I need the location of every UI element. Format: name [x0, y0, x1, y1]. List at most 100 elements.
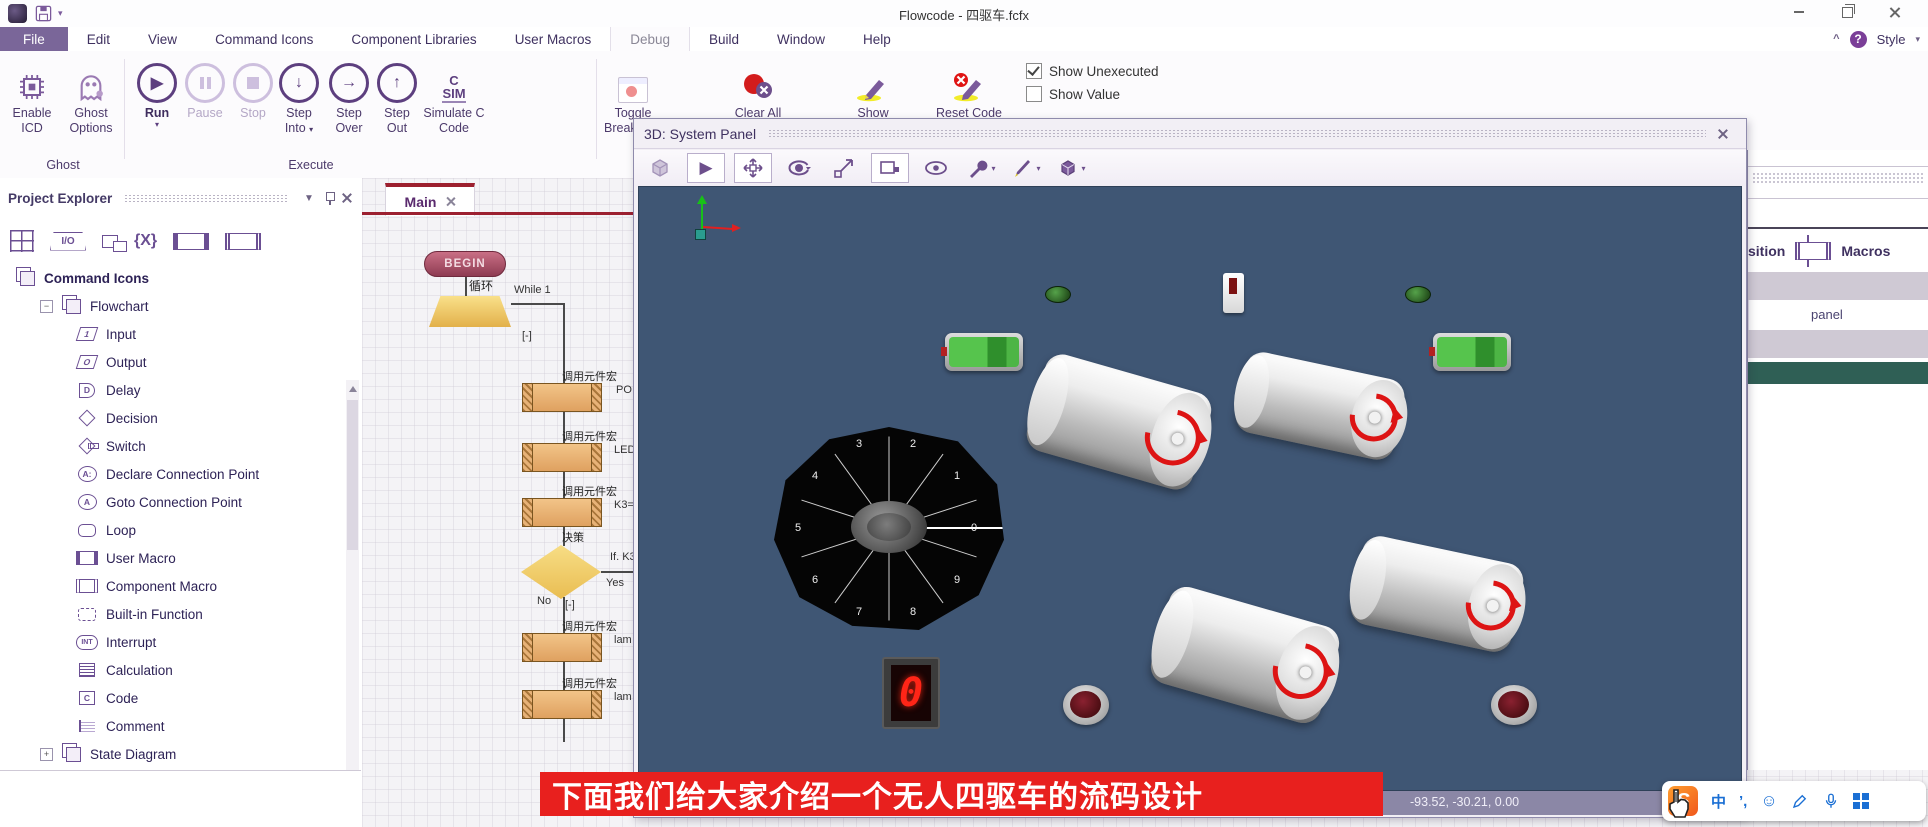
3d-panel-close-icon[interactable] [1718, 129, 1728, 139]
expressions-icon[interactable]: {X} [134, 232, 157, 250]
ime-punctuation-icon[interactable]: ’, [1739, 793, 1747, 810]
tree-root-command-icons[interactable]: Command Icons [0, 264, 344, 292]
icon-grid-icon[interactable] [10, 230, 34, 252]
3d-configure-tool[interactable]: ▾ [963, 154, 999, 182]
3d-resize-tool[interactable] [826, 154, 862, 182]
green-led[interactable] [1045, 286, 1071, 303]
flow-begin-shape[interactable]: BEGIN [424, 251, 506, 277]
panels-icon[interactable] [102, 235, 118, 248]
3d-box-select-tool[interactable] [871, 153, 909, 183]
tree-item-goto-connection-point[interactable]: A Goto Connection Point [0, 488, 344, 516]
tree-item-declare-connection-point[interactable]: A: Declare Connection Point [0, 460, 344, 488]
tree-item-comment[interactable]: Comment [0, 712, 344, 740]
ghost-options-button[interactable]: Ghost Options [62, 57, 120, 136]
ime-mic-icon[interactable] [1822, 792, 1840, 810]
3d-move-tool[interactable] [734, 153, 772, 183]
menu-debug[interactable]: Debug [610, 27, 690, 51]
dc-motor[interactable] [1147, 583, 1344, 728]
tree-item-input[interactable]: 1 Input [0, 320, 344, 348]
io-icon[interactable]: I/O [50, 232, 86, 251]
menu-window[interactable]: Window [758, 27, 844, 51]
ime-language-icon[interactable]: 中 [1711, 791, 1726, 812]
minimize-button[interactable] [1778, 0, 1820, 24]
scrollbar-thumb[interactable] [347, 400, 358, 550]
dock-row-panel[interactable]: panel [1748, 300, 1928, 330]
show-unexecuted-checkbox[interactable]: Show Unexecuted [1026, 63, 1159, 79]
enable-icd-button[interactable]: Enable ICD [6, 57, 58, 136]
dc-motor[interactable] [1347, 533, 1526, 655]
tree-item-delay[interactable]: D Delay [0, 376, 344, 404]
tree-node-state-diagram[interactable]: + State Diagram [0, 740, 344, 768]
collapse-marker[interactable]: [-] [522, 330, 532, 342]
show-value-checkbox[interactable]: Show Value [1026, 86, 1120, 102]
menu-user-macros[interactable]: User Macros [496, 27, 611, 51]
project-explorer-header[interactable]: Project Explorer ▼ [0, 185, 362, 211]
menu-edit[interactable]: Edit [68, 27, 129, 51]
3d-viewport[interactable]: 0 1 2 3 4 5 6 7 8 9 0 [638, 186, 1742, 791]
ime-keyboard-icon[interactable] [1853, 793, 1869, 809]
round-led[interactable] [1063, 685, 1109, 725]
style-caret-icon[interactable]: ▾ [1915, 34, 1920, 45]
tree-item-output[interactable]: O Output [0, 348, 344, 376]
help-icon[interactable]: ? [1850, 31, 1867, 48]
panel-close-icon[interactable] [342, 193, 352, 203]
flow-component-macro-shape[interactable] [522, 498, 602, 527]
reset-code-button[interactable]: Reset Code [936, 57, 1002, 121]
toggle-switch[interactable] [1223, 273, 1244, 313]
step-over-button[interactable]: → Step Over [327, 57, 371, 136]
restore-button[interactable] [1826, 0, 1868, 24]
flow-component-macro-shape[interactable] [522, 443, 602, 472]
flow-component-macro-shape[interactable] [522, 690, 602, 719]
3d-panel-title-bar[interactable]: 3D: System Panel [634, 119, 1746, 149]
expander-open-icon[interactable]: − [40, 300, 53, 313]
pause-button[interactable]: Pause [179, 57, 231, 121]
3d-paint-tool[interactable]: ▾ [1008, 154, 1044, 182]
tree-item-interrupt[interactable]: INT Interrupt [0, 628, 344, 656]
dock-row-selected[interactable] [1748, 362, 1928, 384]
flow-component-macro-shape[interactable] [522, 633, 602, 662]
user-macro-icon[interactable] [173, 233, 209, 250]
menu-build[interactable]: Build [690, 27, 758, 51]
pin-icon[interactable] [325, 192, 334, 205]
menu-file[interactable]: File [0, 27, 68, 51]
3d-rotate-tool[interactable] [781, 154, 817, 182]
3d-run-tool[interactable]: ▶ [687, 153, 725, 183]
3d-shape-tool[interactable]: ▾ [1053, 154, 1089, 182]
close-button[interactable] [1874, 0, 1916, 24]
panel-menu-caret-icon[interactable]: ▼ [301, 193, 317, 204]
flow-component-macro-shape[interactable] [522, 383, 602, 412]
step-into-button[interactable]: ↓ Step Into ▾ [275, 57, 323, 137]
battery-pack[interactable] [945, 333, 1023, 371]
tree-item-decision[interactable]: Decision [0, 404, 344, 432]
style-dropdown[interactable]: Style [1877, 32, 1906, 47]
collapse-marker[interactable]: [-] [565, 599, 575, 611]
dock-row[interactable] [1748, 330, 1928, 358]
menu-view[interactable]: View [129, 27, 196, 51]
tree-item-user-macro[interactable]: User Macro [0, 544, 344, 572]
tree-item-component-macro[interactable]: Component Macro [0, 572, 344, 600]
ime-emoji-icon[interactable]: ☺ [1760, 791, 1777, 811]
tab-close-icon[interactable] [446, 197, 455, 206]
round-led[interactable] [1491, 685, 1537, 725]
step-out-button[interactable]: ↑ Step Out [375, 57, 419, 136]
expander-closed-icon[interactable]: + [40, 748, 53, 761]
rotary-switch[interactable]: 0 1 2 3 4 5 6 7 8 9 [774, 427, 1004, 632]
dc-motor[interactable] [1232, 349, 1408, 463]
dock-row[interactable] [1748, 272, 1928, 300]
3d-visibility-tool[interactable] [918, 154, 954, 182]
flow-loop-shape[interactable] [429, 296, 511, 327]
seven-segment-display[interactable]: 0 [882, 657, 940, 729]
component-macro-icon[interactable] [225, 233, 261, 250]
tree-item-code[interactable]: C Code [0, 684, 344, 712]
stop-button[interactable]: Stop [227, 57, 279, 121]
tree-item-switch[interactable]: Switch [0, 432, 344, 460]
dock-drag-texture[interactable] [1752, 172, 1924, 184]
scroll-up-icon[interactable] [349, 386, 357, 392]
menu-help[interactable]: Help [844, 27, 910, 51]
tree-item-calculation[interactable]: Calculation [0, 656, 344, 684]
green-led[interactable] [1405, 286, 1431, 303]
simulate-c-code-button[interactable]: CSIM Simulate C Code [422, 57, 486, 136]
menu-command-icons[interactable]: Command Icons [196, 27, 332, 51]
tree-item-built-in-function[interactable]: Built-in Function [0, 600, 344, 628]
dial-knob[interactable] [851, 501, 927, 553]
